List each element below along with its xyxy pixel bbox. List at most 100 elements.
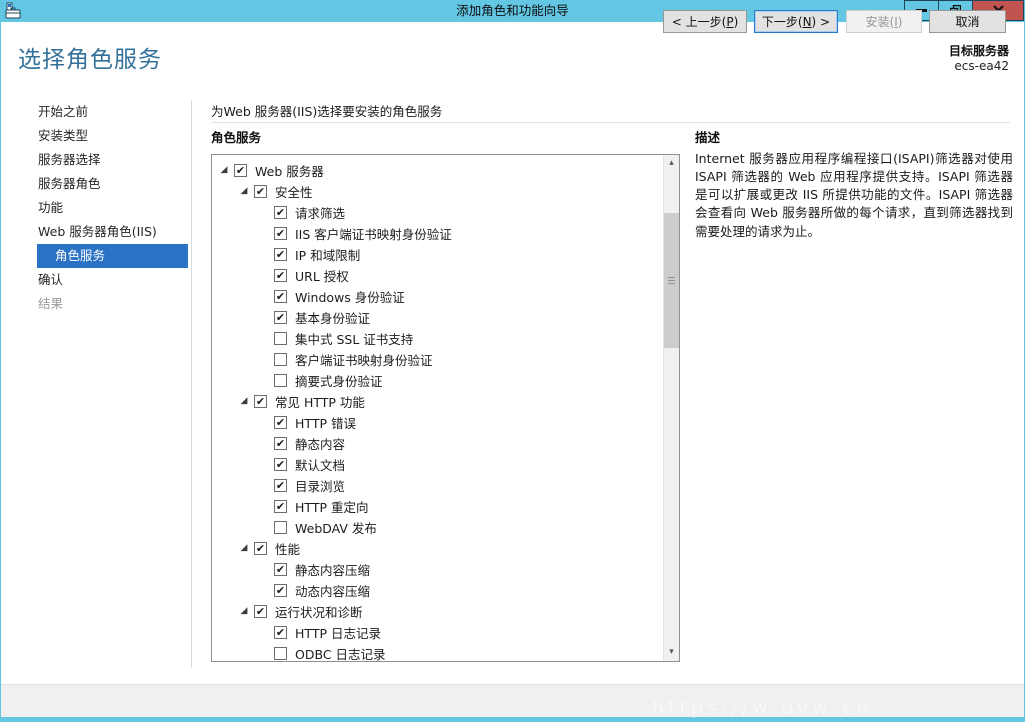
tree-scrollbar[interactable]: ▴ ▾ <box>663 155 679 661</box>
tree-item-label: 运行状况和诊断 <box>275 602 363 621</box>
tree-item[interactable]: ✔ HTTP 错误 <box>212 412 663 433</box>
tree-item-label: Web 服务器 <box>255 161 324 180</box>
tree-item[interactable]: ◢✔ 安全性 <box>212 181 663 202</box>
tree-item-label: Windows 身份验证 <box>295 287 405 306</box>
sidebar-item[interactable]: 开始之前 <box>0 100 191 124</box>
tree-item-label: 摘要式身份验证 <box>295 371 383 390</box>
tree-item-label: WebDAV 发布 <box>295 518 377 537</box>
tree-item[interactable]: WebDAV 发布 <box>212 517 663 538</box>
tree-item[interactable]: ✔ 静态内容 <box>212 433 663 454</box>
tree-item-label: 安全性 <box>275 182 313 201</box>
checkbox[interactable]: ✔ <box>254 185 267 198</box>
checkbox[interactable]: ✔ <box>274 248 287 261</box>
description-title: 描述 <box>695 127 720 146</box>
tree-item-label: 静态内容 <box>295 434 345 453</box>
window-bottom-border <box>0 717 1025 722</box>
checkbox[interactable]: ✔ <box>274 584 287 597</box>
tree-item[interactable]: ✔ 默认文档 <box>212 454 663 475</box>
tree-item[interactable]: ◢✔ 性能 <box>212 538 663 559</box>
scrollbar-thumb[interactable] <box>664 213 679 348</box>
tree-item[interactable]: ODBC 日志记录 <box>212 643 663 661</box>
checkbox[interactable]: ✔ <box>274 311 287 324</box>
tree-item-label: IIS 客户端证书映射身份验证 <box>295 224 452 243</box>
scroll-down-icon[interactable]: ▾ <box>664 644 679 661</box>
sidebar-item[interactable]: 安装类型 <box>0 124 191 148</box>
sidebar-item[interactable]: 服务器选择 <box>0 148 191 172</box>
checkbox[interactable]: ✔ <box>274 626 287 639</box>
tree-item[interactable]: ✔ 请求筛选 <box>212 202 663 223</box>
expand-arrow-icon[interactable]: ◢ <box>236 538 252 559</box>
tree-item-label: 客户端证书映射身份验证 <box>295 350 433 369</box>
tree-item[interactable]: ✔ 基本身份验证 <box>212 307 663 328</box>
wizard-steps: 开始之前安装类型服务器选择服务器角色功能Web 服务器角色(IIS)角色服务确认… <box>0 100 192 668</box>
tree-item[interactable]: 集中式 SSL 证书支持 <box>212 328 663 349</box>
checkbox[interactable]: ✔ <box>274 563 287 576</box>
tree-item-label: HTTP 重定向 <box>295 497 368 516</box>
tree-item[interactable]: 摘要式身份验证 <box>212 370 663 391</box>
tree-item[interactable]: ✔ Windows 身份验证 <box>212 286 663 307</box>
scrollbar-grip-icon <box>668 277 675 285</box>
tree-item-label: 动态内容压缩 <box>295 581 370 600</box>
checkbox[interactable]: ✔ <box>254 542 267 555</box>
tree-title: 角色服务 <box>211 127 261 146</box>
tree-item-label: 默认文档 <box>295 455 345 474</box>
tree-item[interactable]: ✔ URL 授权 <box>212 265 663 286</box>
expand-arrow-icon[interactable]: ◢ <box>236 601 252 622</box>
next-button[interactable]: 下一步(N) > <box>754 10 838 33</box>
checkbox[interactable]: ✔ <box>274 290 287 303</box>
tree-item[interactable]: ✔ HTTP 重定向 <box>212 496 663 517</box>
tree-item[interactable]: ◢✔ Web 服务器 <box>212 160 663 181</box>
checkbox[interactable]: ✔ <box>274 479 287 492</box>
tree-item[interactable]: ✔ 动态内容压缩 <box>212 580 663 601</box>
expand-arrow-icon[interactable]: ◢ <box>236 181 252 202</box>
checkbox[interactable]: ✔ <box>274 500 287 513</box>
role-services-tree: ◢✔Web 服务器◢✔安全性✔请求筛选✔IIS 客户端证书映射身份验证✔IP 和… <box>212 160 663 661</box>
expand-arrow-icon[interactable]: ◢ <box>216 160 232 181</box>
tree-item-label: 性能 <box>275 539 300 558</box>
tree-item-label: 目录浏览 <box>295 476 345 495</box>
target-server-label: 目标服务器 <box>949 44 1009 59</box>
sidebar-item[interactable]: 服务器角色 <box>0 172 191 196</box>
tree-item[interactable]: ✔ IIS 客户端证书映射身份验证 <box>212 223 663 244</box>
tree-item-label: 请求筛选 <box>295 203 345 222</box>
tree-item[interactable]: 客户端证书映射身份验证 <box>212 349 663 370</box>
checkbox[interactable]: ✔ <box>234 164 247 177</box>
checkbox[interactable] <box>274 647 287 660</box>
checkbox[interactable] <box>274 374 287 387</box>
checkbox[interactable]: ✔ <box>274 269 287 282</box>
sidebar-item[interactable]: Web 服务器角色(IIS) <box>0 220 191 244</box>
checkbox[interactable]: ✔ <box>274 458 287 471</box>
sidebar-item[interactable]: 确认 <box>0 268 191 292</box>
tree-item-label: HTTP 日志记录 <box>295 623 381 642</box>
tree-item[interactable]: ✔IP 和域限制 <box>212 244 663 265</box>
checkbox[interactable]: ✔ <box>274 227 287 240</box>
target-server-name: ecs-ea42 <box>949 59 1009 74</box>
sidebar-item[interactable]: 功能 <box>0 196 191 220</box>
tree-item-label: 集中式 SSL 证书支持 <box>295 329 413 348</box>
tree-item-label: HTTP 错误 <box>295 413 356 432</box>
previous-button[interactable]: < 上一步(P) <box>663 10 747 33</box>
cancel-button[interactable]: 取消 <box>929 10 1006 33</box>
tree-item-label: URL 授权 <box>295 266 349 285</box>
checkbox[interactable]: ✔ <box>254 395 267 408</box>
expand-arrow-icon[interactable]: ◢ <box>236 391 252 412</box>
tree-item[interactable]: ✔ HTTP 日志记录 <box>212 622 663 643</box>
tree-item-label: 常见 HTTP 功能 <box>275 392 365 411</box>
description-text: Internet 服务器应用程序编程接口(ISAPI)筛选器对使用 ISAPI … <box>695 150 1013 241</box>
sidebar-item: 结果 <box>0 292 191 316</box>
checkbox[interactable]: ✔ <box>274 416 287 429</box>
tree-item-label: 基本身份验证 <box>295 308 370 327</box>
checkbox[interactable]: ✔ <box>254 605 267 618</box>
checkbox[interactable] <box>274 332 287 345</box>
tree-item-label: 静态内容压缩 <box>295 560 370 579</box>
checkbox[interactable]: ✔ <box>274 437 287 450</box>
checkbox[interactable]: ✔ <box>274 206 287 219</box>
checkbox[interactable] <box>274 521 287 534</box>
tree-item[interactable]: ◢✔ 运行状况和诊断 <box>212 601 663 622</box>
sidebar-item[interactable]: 角色服务 <box>37 244 188 268</box>
tree-item[interactable]: ◢✔ 常见 HTTP 功能 <box>212 391 663 412</box>
checkbox[interactable] <box>274 353 287 366</box>
scroll-up-icon[interactable]: ▴ <box>664 155 679 172</box>
tree-item[interactable]: ✔ 目录浏览 <box>212 475 663 496</box>
tree-item[interactable]: ✔ 静态内容压缩 <box>212 559 663 580</box>
